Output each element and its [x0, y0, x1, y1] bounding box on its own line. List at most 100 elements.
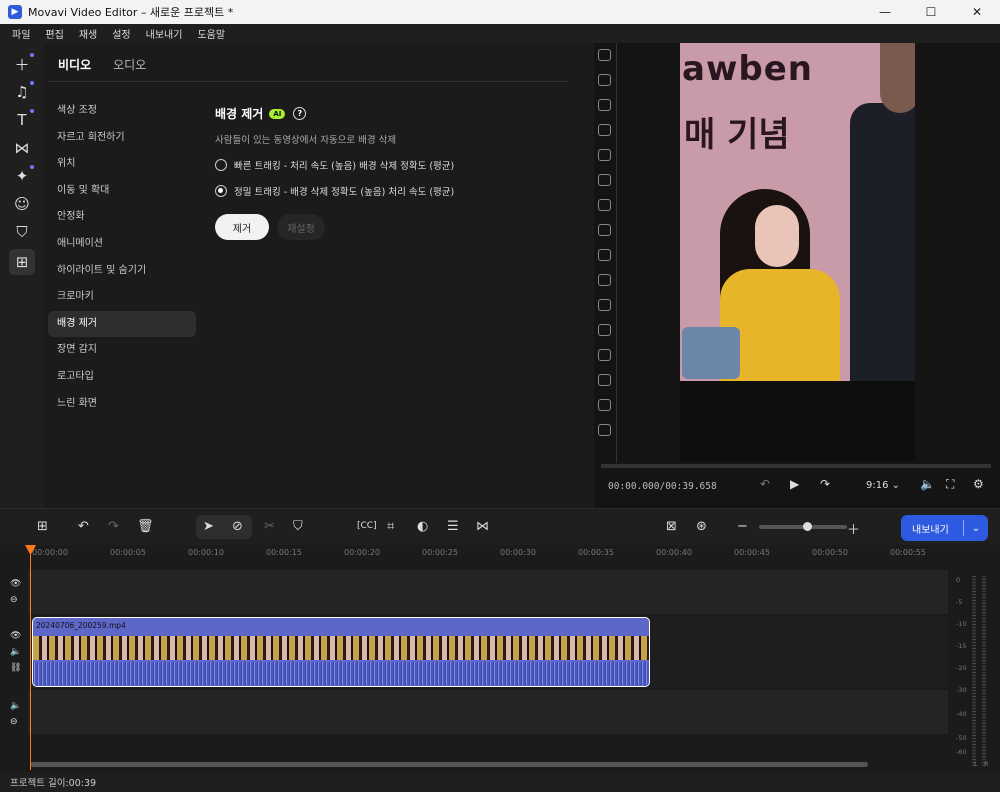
- remove-button[interactable]: 제거: [215, 214, 269, 240]
- zoom-in-icon[interactable]: ＋: [847, 519, 860, 538]
- ai-badge: AI: [269, 108, 286, 119]
- filter-background-removal[interactable]: 배경 제거: [48, 310, 196, 338]
- filter-stabilization[interactable]: 안정화: [48, 204, 196, 231]
- ruler-tick: 00:00:15: [266, 548, 302, 557]
- audio-track[interactable]: [28, 690, 948, 734]
- filter-logo[interactable]: 로고타입: [48, 364, 196, 391]
- link-icon[interactable]: ⊖: [0, 592, 28, 608]
- bg-removal-settings: 배경 제거 AI ? 사람들이 있는 동영상에서 자동으로 배경 삭제 빠른 트…: [215, 105, 575, 240]
- radio-precise[interactable]: [215, 185, 227, 197]
- minimize-button[interactable]: —: [862, 0, 908, 24]
- filter-crop-rotate[interactable]: 자르고 회전하기: [48, 125, 196, 152]
- adjust-icon[interactable]: ☰: [447, 519, 459, 534]
- preview-settings-icon[interactable]: ⚙: [973, 477, 984, 491]
- option-fast-tracking[interactable]: 빠른 트래킹 - 처리 속도 (높음) 배경 삭제 정확도 (평균): [215, 158, 575, 172]
- bg-removal-title: 배경 제거: [215, 107, 264, 121]
- captions-icon[interactable]: [CC]: [357, 521, 377, 531]
- effects-icon[interactable]: ✦: [9, 163, 35, 189]
- stickers-icon[interactable]: ☺: [9, 191, 35, 217]
- undo-icon[interactable]: ↶: [78, 519, 89, 534]
- more-tools-icon[interactable]: ⊞: [9, 249, 35, 275]
- overlay-track[interactable]: [28, 570, 948, 614]
- close-button[interactable]: ✕: [954, 0, 1000, 24]
- visibility-icon[interactable]: 👁: [0, 628, 28, 644]
- filter-highlight-conceal[interactable]: 하이라이트 및 숨기기: [48, 258, 196, 285]
- playhead[interactable]: [30, 548, 31, 770]
- titles-icon[interactable]: T: [9, 107, 35, 133]
- meter-bar-right: [982, 576, 986, 766]
- audio-icon[interactable]: 🔈: [0, 644, 28, 660]
- visibility-icon[interactable]: 👁: [0, 576, 28, 592]
- tab-video[interactable]: 비디오: [58, 56, 91, 73]
- audio-meter: 0 -5 -10 -15 -20 -30 -40 -50 -60 L R: [948, 568, 1000, 772]
- filter-position[interactable]: 위치: [48, 151, 196, 178]
- color-icon[interactable]: ◐: [417, 519, 428, 534]
- status-bar: 프로젝트 길이:00:39: [0, 772, 1000, 792]
- link-icon[interactable]: ⊖: [0, 714, 28, 730]
- volume-icon[interactable]: 🔈: [920, 477, 935, 491]
- filter-pan-zoom[interactable]: 이동 및 확대: [48, 178, 196, 205]
- menu-settings[interactable]: 설정: [112, 26, 130, 41]
- menu-edit[interactable]: 편집: [45, 26, 63, 41]
- video-clip[interactable]: 20240706_200259.mp4: [32, 617, 650, 687]
- preview-area: awben 매 기념 00:00.000/00:39.658 ↶ ▶ ↷ 9:1…: [594, 43, 1000, 508]
- filter-slow-motion[interactable]: 느린 화면: [48, 391, 196, 418]
- speed-icon[interactable]: ⊛: [696, 519, 707, 534]
- timecode: 00:00.000/00:39.658: [608, 481, 717, 492]
- menu-file[interactable]: 파일: [12, 26, 30, 41]
- option-fast-label: 빠른 트래킹 - 처리 속도 (높음) 배경 삭제 정확도 (평균): [234, 161, 455, 172]
- zoom-slider-knob[interactable]: [803, 522, 812, 531]
- export-button[interactable]: 내보내기 ⌄: [901, 515, 988, 541]
- lock-icon[interactable]: ⛓: [0, 660, 28, 676]
- ruler-tick: 00:00:55: [890, 548, 926, 557]
- clip-thumbnails: [33, 636, 649, 660]
- app-logo-icon: ▶: [8, 5, 22, 19]
- play-icon[interactable]: ▶: [790, 477, 799, 491]
- redo-preview-icon[interactable]: ↷: [820, 477, 830, 491]
- mute-icon[interactable]: ⊠: [666, 519, 677, 534]
- fullscreen-icon[interactable]: ⛶: [946, 477, 954, 492]
- menu-play[interactable]: 재생: [79, 26, 97, 41]
- cut-icon[interactable]: ✂: [264, 519, 275, 534]
- marker-icon[interactable]: ⛉: [293, 519, 303, 534]
- video-frame[interactable]: awben 매 기념: [680, 43, 915, 461]
- timeline-scrollbar[interactable]: [30, 762, 868, 767]
- filter-animation[interactable]: 애니메이션: [48, 231, 196, 258]
- meter-label: 0: [956, 576, 961, 584]
- aspect-ratio-select[interactable]: 9:16 ⌄: [866, 480, 900, 491]
- ruler-tick: 00:00:40: [656, 548, 692, 557]
- help-icon[interactable]: ?: [293, 107, 307, 120]
- seek-bar[interactable]: [601, 464, 991, 468]
- maximize-button[interactable]: ☐: [908, 0, 954, 24]
- delete-icon[interactable]: 🗑: [137, 519, 154, 534]
- select-tool-icon[interactable]: ➤: [203, 519, 214, 534]
- timeline-ruler[interactable]: 00:00:00 00:00:05 00:00:10 00:00:15 00:0…: [0, 545, 1000, 568]
- undo-preview-icon[interactable]: ↶: [760, 477, 770, 491]
- reset-button[interactable]: 재설정: [277, 214, 325, 240]
- filter-chroma-key[interactable]: 크로마키: [48, 284, 196, 311]
- add-media-icon[interactable]: ＋: [9, 51, 35, 77]
- export-dropdown-icon[interactable]: ⌄: [964, 523, 988, 534]
- zoom-slider[interactable]: [759, 522, 847, 531]
- music-icon[interactable]: ♫: [9, 79, 35, 105]
- audio-icon[interactable]: 🔈: [0, 698, 28, 714]
- zoom-out-icon[interactable]: −: [737, 519, 748, 534]
- ruler-tick: 00:00:30: [500, 548, 536, 557]
- tab-audio[interactable]: 오디오: [113, 56, 146, 73]
- transitions-icon[interactable]: ⋈: [9, 135, 35, 161]
- filter-scene-detection[interactable]: 장면 감지: [48, 337, 196, 364]
- meter-channel-right: R: [984, 760, 989, 768]
- menu-help[interactable]: 도움말: [197, 26, 225, 41]
- store-icon[interactable]: ⛉: [9, 219, 35, 245]
- menu-export[interactable]: 내보내기: [146, 26, 183, 41]
- add-track-icon[interactable]: ⊞: [37, 519, 48, 534]
- panel-tabs: 비디오 오디오: [58, 56, 146, 73]
- option-precise-tracking[interactable]: 정밀 트래킹 - 배경 삭제 정확도 (높음) 처리 속도 (평균): [215, 184, 575, 198]
- meter-label: -10: [956, 620, 967, 628]
- radio-fast[interactable]: [215, 159, 227, 171]
- filter-color-adjust[interactable]: 색상 조정: [48, 98, 196, 125]
- transition-icon[interactable]: ⋈: [476, 519, 489, 534]
- redo-icon[interactable]: ↷: [108, 519, 119, 534]
- crop-icon[interactable]: ⌗: [387, 519, 394, 534]
- disable-tool-icon[interactable]: ⊘: [232, 519, 243, 534]
